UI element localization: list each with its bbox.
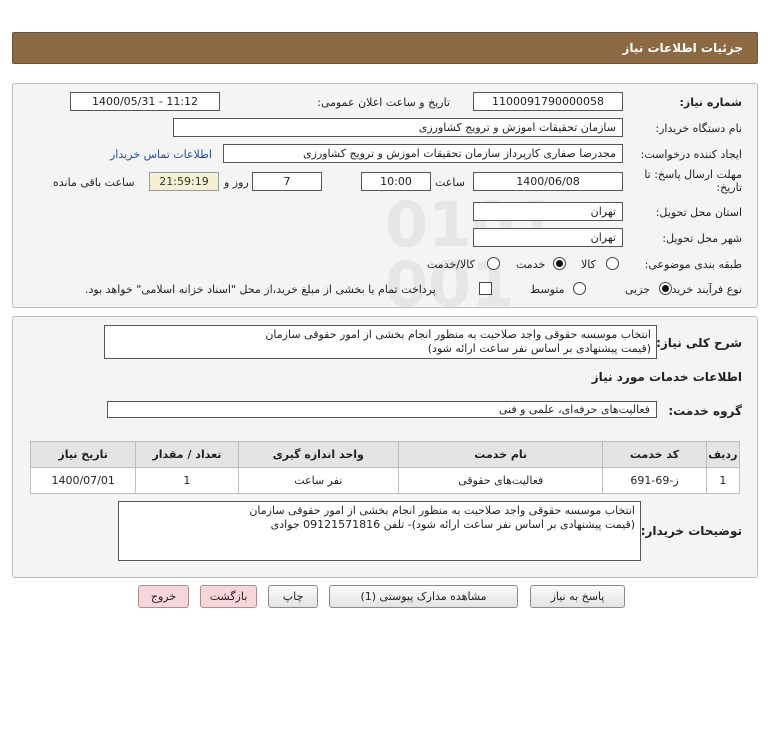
- purchase-minor-radio[interactable]: [659, 282, 672, 295]
- announce-field: 1400/05/31 - 11:12: [70, 92, 220, 111]
- deadline-date-field: 1400/06/08: [473, 172, 623, 191]
- purchase-medium-radio[interactable]: [573, 282, 586, 295]
- services-table: ردیف کد خدمت نام خدمت واحد اندازه گیری ت…: [29, 441, 741, 494]
- remaining-time-field: 21:59:19: [149, 172, 219, 191]
- deadline-label-line1: مهلت ارسال پاسخ: تا: [644, 168, 742, 181]
- category-goods-service-label: کالا/خدمت: [427, 258, 475, 271]
- col-need-date: تاریخ نیاز: [29, 441, 137, 468]
- col-unit: واحد اندازه گیری: [237, 441, 400, 468]
- table-header-row: ردیف کد خدمت نام خدمت واحد اندازه گیری ت…: [29, 441, 741, 468]
- purchase-medium-label: متوسط: [530, 283, 565, 296]
- buyer-org-field: سازمان تحقیقات اموزش و ترویج کشاورزی: [173, 118, 623, 137]
- treasury-payment-checkbox[interactable]: [479, 282, 492, 295]
- col-service-code: کد خدمت: [602, 441, 707, 468]
- city-field: تهران: [473, 228, 623, 247]
- cell-service-code: ز-69-691: [602, 467, 707, 494]
- cell-need-date: 1400/07/01: [29, 467, 137, 494]
- treasury-payment-note: پرداخت تمام یا بخشی از مبلغ خرید،از محل …: [85, 283, 436, 296]
- col-row-number: ردیف: [705, 441, 741, 468]
- deadline-days-field: 7: [252, 172, 322, 191]
- summary-text: انتخاب موسسه حقوقی واجد صلاحیت به منظور …: [104, 325, 657, 359]
- buyer-notes-label: توضیحات خریدار:: [640, 524, 742, 538]
- service-group-label: گروه خدمت:: [668, 404, 742, 418]
- remaining-time-label: ساعت باقی مانده: [53, 176, 135, 189]
- purchase-type-label: نوع فرآیند خرید :: [664, 283, 742, 296]
- need-number-label: شماره نیاز:: [679, 96, 742, 109]
- deadline-time-label: ساعت: [435, 176, 465, 189]
- purchase-minor-label: جزیی: [625, 283, 651, 296]
- reply-button[interactable]: پاسخ به نیاز: [530, 585, 625, 608]
- category-goods-label: کالا: [581, 258, 596, 271]
- announce-label: تاریخ و ساعت اعلان عمومی:: [317, 96, 450, 109]
- requester-label: ایجاد کننده درخواست:: [640, 148, 742, 161]
- buyer-notes-text: انتخاب موسسه حقوقی واجد صلاحیت به منظور …: [118, 501, 641, 561]
- attachments-button[interactable]: مشاهده مدارک پیوستی (1): [329, 585, 518, 608]
- city-label: شهر محل تحویل:: [662, 232, 742, 245]
- buyer-contact-link[interactable]: اطلاعات تماس خریدار: [110, 148, 212, 161]
- exit-button[interactable]: خروج: [138, 585, 189, 608]
- cell-quantity: 1: [135, 467, 239, 494]
- category-service-label: خدمت: [516, 258, 546, 271]
- province-field: تهران: [473, 202, 623, 221]
- need-details-panel: [12, 83, 758, 308]
- summary-label: شرح کلی نیاز:: [656, 336, 742, 350]
- buyer-org-label: نام دستگاه خریدار:: [655, 122, 742, 135]
- deadline-days-label: روز و: [224, 176, 249, 189]
- category-goods-service-radio[interactable]: [487, 257, 500, 270]
- cell-row-number: 1: [705, 467, 741, 494]
- services-section-title: اطلاعات خدمات مورد نیاز: [591, 370, 742, 384]
- page-title: جزئیات اطلاعات نیاز: [622, 41, 743, 55]
- province-label: استان محل تحویل:: [655, 206, 742, 219]
- col-quantity: تعداد / مقدار: [135, 441, 239, 468]
- table-row: 1 ز-69-691 فعالیت‌های حقوقی نفر ساعت 1 1…: [29, 467, 741, 494]
- service-group-field: فعالیت‌های حرفه‌ای، علمی و فنی: [107, 401, 657, 418]
- category-service-radio[interactable]: [553, 257, 566, 270]
- category-label: طبقه بندی موضوعی:: [644, 258, 742, 271]
- back-button[interactable]: بازگشت: [200, 585, 257, 608]
- print-button[interactable]: چاپ: [268, 585, 318, 608]
- page-header: جزئیات اطلاعات نیاز: [12, 32, 758, 64]
- cell-unit: نفر ساعت: [237, 467, 400, 494]
- deadline-time-field: 10:00: [361, 172, 431, 191]
- col-service-name: نام خدمت: [398, 441, 604, 468]
- need-number-field: 1100091790000058: [473, 92, 623, 111]
- requester-field: مجدرضا صفاری کارپرداز سازمان تحقیقات امو…: [223, 144, 623, 163]
- deadline-label-line2: تاریخ:: [716, 181, 742, 194]
- category-goods-radio[interactable]: [606, 257, 619, 270]
- cell-service-name: فعالیت‌های حقوقی: [398, 467, 604, 494]
